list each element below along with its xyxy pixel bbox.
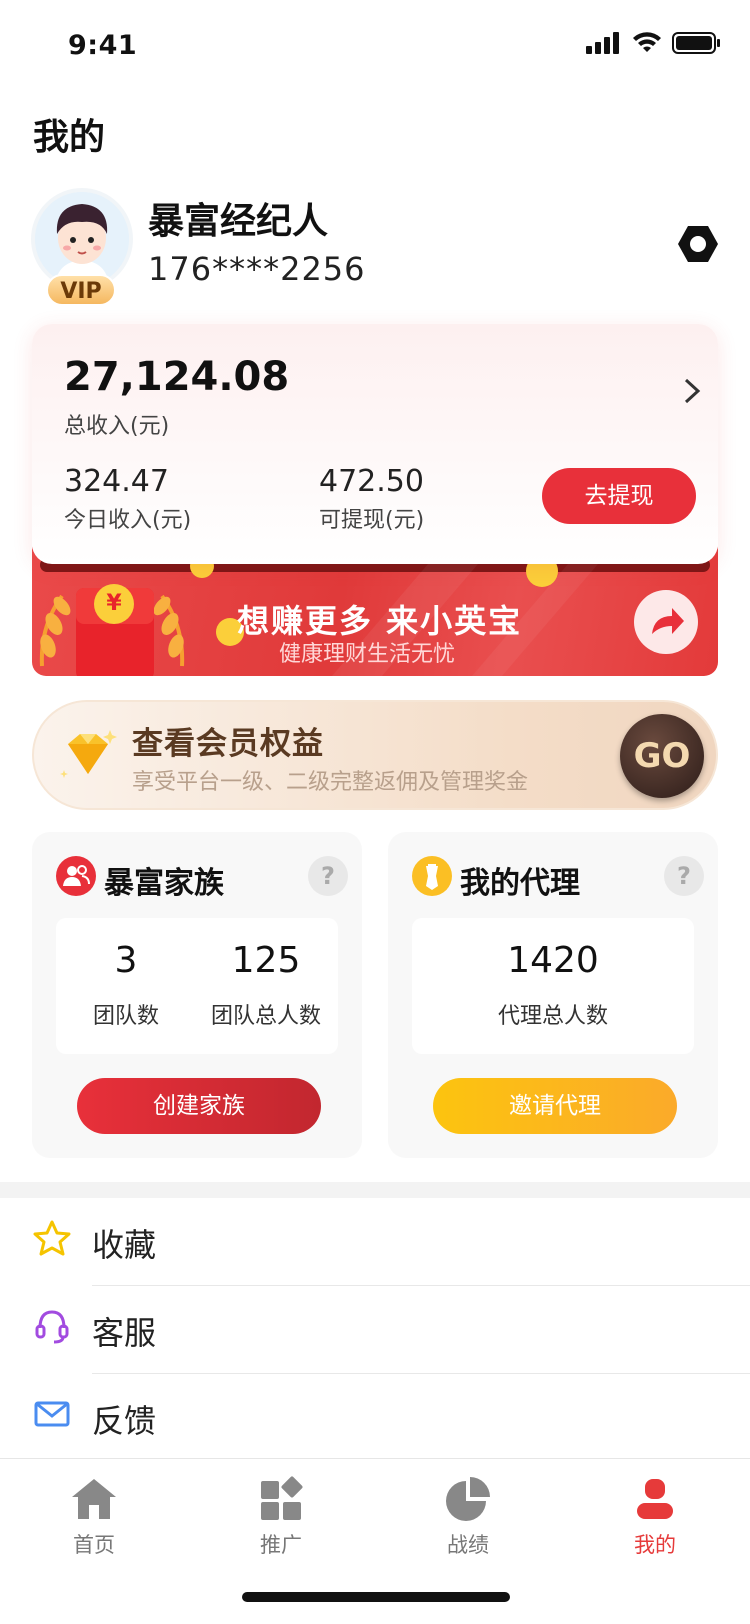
agents-count: 1420 (507, 940, 599, 981)
tab-home[interactable]: 首页 (34, 1471, 154, 1561)
total-income-value: 27,124.08 (64, 354, 290, 400)
avatar-illustration (35, 192, 129, 286)
vip-strip-subtitle: 享受平台一级、二级完整返佣及管理奖金 (132, 770, 529, 795)
total-income-label: 总收入(元) (64, 414, 170, 439)
home-icon (72, 1479, 116, 1519)
teams-label: 团队数 (92, 1004, 159, 1029)
headset-icon (35, 1310, 69, 1344)
family-panel: 暴富家族 ? 3 团队数 125 团队总人数 创建家族 (32, 832, 362, 1158)
menu-item-label: 反馈 (92, 1402, 157, 1440)
invite-agent-button[interactable]: 邀请代理 (433, 1078, 677, 1134)
wifi-icon (633, 32, 661, 52)
tab-mine[interactable]: 我的 (595, 1471, 715, 1561)
go-button[interactable]: GO (620, 714, 704, 798)
vip-badge: VIP (46, 274, 116, 306)
income-card[interactable]: 27,124.08 总收入(元) 324.47 今日收入(元) 472.50 可… (32, 324, 718, 564)
promote-icon (261, 1476, 303, 1520)
mail-icon (34, 1401, 70, 1427)
banner-subtitle: 健康理财生活无忧 (279, 642, 456, 667)
tab-promote[interactable]: 推广 (221, 1471, 341, 1561)
agent-icon (412, 856, 452, 896)
battery-icon (672, 32, 720, 54)
vip-benefits-strip[interactable]: 查看会员权益 享受平台一级、二级完整返佣及管理奖金 GO (32, 700, 718, 810)
create-family-button[interactable]: 创建家族 (77, 1078, 321, 1134)
today-income-value: 324.47 (64, 464, 169, 499)
tab-label: 推广 (260, 1533, 302, 1557)
user-phone: 176****2256 (148, 250, 366, 288)
withdraw-button[interactable]: 去提现 (542, 468, 696, 524)
red-packet-coin: ¥ (94, 584, 134, 624)
tab-label: 我的 (634, 1533, 676, 1557)
pie-chart-icon (446, 1477, 490, 1521)
settings-icon (678, 226, 718, 262)
members-label: 团队总人数 (210, 1004, 321, 1029)
page-title: 我的 (33, 117, 106, 158)
section-divider (0, 1182, 750, 1198)
menu-item-label: 客服 (92, 1314, 157, 1352)
menu-item-feedback[interactable]: 反馈 (0, 1374, 750, 1462)
agent-stats: 1420 代理总人数 (412, 918, 694, 1054)
help-icon[interactable]: ? (664, 856, 704, 896)
tab-record[interactable]: 战绩 (408, 1471, 528, 1561)
menu-item-label: 收藏 (92, 1226, 157, 1264)
members-count: 125 (231, 940, 301, 981)
available-label: 可提现(元) (319, 508, 425, 533)
home-indicator (242, 1592, 510, 1602)
tab-label: 首页 (73, 1533, 115, 1557)
tab-label: 战绩 (447, 1533, 489, 1557)
settings-button[interactable] (676, 222, 720, 266)
agent-panel: 我的代理 ? 1420 代理总人数 邀请代理 (388, 832, 718, 1158)
family-stats: 3 团队数 125 团队总人数 (56, 918, 338, 1054)
agent-panel-title: 我的代理 (460, 866, 580, 901)
vip-strip-title: 查看会员权益 (132, 726, 324, 762)
today-income-label: 今日收入(元) (64, 508, 192, 533)
user-name: 暴富经纪人 (148, 201, 329, 242)
user-icon (637, 1479, 673, 1519)
star-icon (33, 1220, 71, 1256)
available-value: 472.50 (319, 464, 424, 499)
banner-go-button[interactable] (634, 590, 698, 654)
status-icons (586, 32, 720, 54)
agents-label: 代理总人数 (497, 1004, 608, 1029)
menu-item-service[interactable]: 客服 (0, 1286, 750, 1374)
chevron-right-icon[interactable] (680, 376, 704, 406)
menu-item-favorites[interactable]: 收藏 (0, 1198, 750, 1286)
family-icon (56, 856, 96, 896)
help-icon[interactable]: ? (308, 856, 348, 896)
signal-icon (586, 32, 619, 54)
diamond-icon (60, 730, 117, 778)
teams-count: 3 (114, 940, 138, 981)
share-arrow-icon (652, 608, 684, 634)
status-bar: 9:41 (0, 0, 750, 88)
status-time: 9:41 (68, 30, 138, 61)
family-panel-title: 暴富家族 (104, 866, 224, 901)
